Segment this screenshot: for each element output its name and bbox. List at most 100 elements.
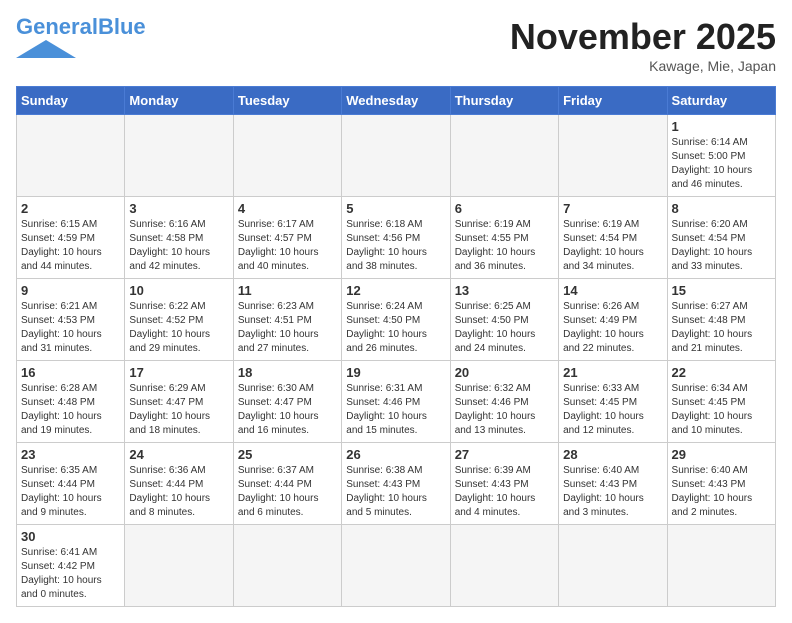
day-number: 27: [455, 447, 554, 462]
day-cell: [342, 525, 450, 607]
day-info: Sunrise: 6:14 AM Sunset: 5:00 PM Dayligh…: [672, 136, 771, 192]
day-cell: 9Sunrise: 6:21 AM Sunset: 4:53 PM Daylig…: [17, 279, 125, 361]
day-cell: 22 Sunrise: 6:34 AM Sunset: 4:45 PM Dayli…: [667, 361, 775, 443]
logo-text: GeneralBlue: [16, 16, 146, 38]
day-cell: 21 Sunrise: 6:33 AM Sunset: 4:45 PM Dayli…: [559, 361, 667, 443]
day-cell: 23Sunrise: 6:35 AM Sunset: 4:44 PM Dayli…: [17, 443, 125, 525]
weekday-header-monday: Monday: [125, 87, 233, 115]
day-cell: 26Sunrise: 6:38 AM Sunset: 4:43 PM Dayli…: [342, 443, 450, 525]
day-info: Sunrise: 6:19 AM Sunset: 4:54 PM Dayligh…: [563, 218, 662, 274]
day-number: 13: [455, 283, 554, 298]
day-info: Sunrise: 6:15 AM Sunset: 4:59 PM Dayligh…: [21, 218, 120, 274]
day-cell: [17, 115, 125, 197]
title-area: November 2025 Kawage, Mie, Japan: [510, 16, 776, 74]
day-number: 6: [455, 201, 554, 216]
day-number: 5: [346, 201, 445, 216]
day-cell: 30Sunrise: 6:41 AM Sunset: 4:42 PM Dayli…: [17, 525, 125, 607]
week-row-2: 2Sunrise: 6:15 AM Sunset: 4:59 PM Daylig…: [17, 197, 776, 279]
day-info: Sunrise: 6:19 AM Sunset: 4:55 PM Dayligh…: [455, 218, 554, 274]
week-row-5: 23Sunrise: 6:35 AM Sunset: 4:44 PM Dayli…: [17, 443, 776, 525]
weekday-header-saturday: Saturday: [667, 87, 775, 115]
day-number: 4: [238, 201, 337, 216]
day-cell: [342, 115, 450, 197]
day-number: 11: [238, 283, 337, 298]
day-cell: 24 Sunrise: 6:36 AM Sunset: 4:44 PM Dayli…: [125, 443, 233, 525]
day-info: Sunrise: 6:33 AM Sunset: 4:45 PM Dayligh…: [563, 382, 662, 438]
header: GeneralBlue November 2025 Kawage, Mie, J…: [16, 16, 776, 74]
logo-general: General: [16, 14, 98, 39]
day-info: Sunrise: 6:22 AM Sunset: 4:52 PM Dayligh…: [129, 300, 228, 356]
weekday-header-friday: Friday: [559, 87, 667, 115]
day-number: 3: [129, 201, 228, 216]
weekday-header-wednesday: Wednesday: [342, 87, 450, 115]
day-info: Sunrise: 6:32 AM Sunset: 4:46 PM Dayligh…: [455, 382, 554, 438]
day-cell: [125, 525, 233, 607]
day-cell: 25 Sunrise: 6:37 AM Sunset: 4:44 PM Dayli…: [233, 443, 341, 525]
day-number: 14: [563, 283, 662, 298]
day-number: 21: [563, 365, 662, 380]
day-number: 29: [672, 447, 771, 462]
day-cell: [233, 525, 341, 607]
day-info: Sunrise: 6:40 AM Sunset: 4:43 PM Dayligh…: [563, 464, 662, 520]
day-cell: 27 Sunrise: 6:39 AM Sunset: 4:43 PM Dayli…: [450, 443, 558, 525]
day-cell: 17Sunrise: 6:29 AM Sunset: 4:47 PM Dayli…: [125, 361, 233, 443]
day-cell: 6 Sunrise: 6:19 AM Sunset: 4:55 PM Daylig…: [450, 197, 558, 279]
day-number: 15: [672, 283, 771, 298]
day-info: Sunrise: 6:36 AM Sunset: 4:44 PM Dayligh…: [129, 464, 228, 520]
calendar: SundayMondayTuesdayWednesdayThursdayFrid…: [16, 86, 776, 607]
month-title: November 2025: [510, 16, 776, 58]
day-number: 1: [672, 119, 771, 134]
day-cell: 5 Sunrise: 6:18 AM Sunset: 4:56 PM Daylig…: [342, 197, 450, 279]
day-number: 12: [346, 283, 445, 298]
day-info: Sunrise: 6:21 AM Sunset: 4:53 PM Dayligh…: [21, 300, 120, 356]
day-info: Sunrise: 6:20 AM Sunset: 4:54 PM Dayligh…: [672, 218, 771, 274]
day-cell: 7 Sunrise: 6:19 AM Sunset: 4:54 PM Daylig…: [559, 197, 667, 279]
day-number: 7: [563, 201, 662, 216]
weekday-header-thursday: Thursday: [450, 87, 558, 115]
day-number: 24: [129, 447, 228, 462]
day-number: 19: [346, 365, 445, 380]
day-info: Sunrise: 6:39 AM Sunset: 4:43 PM Dayligh…: [455, 464, 554, 520]
day-info: Sunrise: 6:27 AM Sunset: 4:48 PM Dayligh…: [672, 300, 771, 356]
day-info: Sunrise: 6:37 AM Sunset: 4:44 PM Dayligh…: [238, 464, 337, 520]
week-row-1: 1 Sunrise: 6:14 AM Sunset: 5:00 PM Daylig…: [17, 115, 776, 197]
day-info: Sunrise: 6:28 AM Sunset: 4:48 PM Dayligh…: [21, 382, 120, 438]
day-cell: 29Sunrise: 6:40 AM Sunset: 4:43 PM Dayli…: [667, 443, 775, 525]
day-cell: 8Sunrise: 6:20 AM Sunset: 4:54 PM Daylig…: [667, 197, 775, 279]
day-cell: [450, 115, 558, 197]
day-number: 20: [455, 365, 554, 380]
day-info: Sunrise: 6:17 AM Sunset: 4:57 PM Dayligh…: [238, 218, 337, 274]
logo: GeneralBlue: [16, 16, 146, 58]
day-cell: 20 Sunrise: 6:32 AM Sunset: 4:46 PM Dayli…: [450, 361, 558, 443]
day-cell: 14Sunrise: 6:26 AM Sunset: 4:49 PM Dayli…: [559, 279, 667, 361]
logo-icon: [16, 40, 76, 58]
day-cell: 11 Sunrise: 6:23 AM Sunset: 4:51 PM Dayli…: [233, 279, 341, 361]
day-number: 10: [129, 283, 228, 298]
day-info: Sunrise: 6:18 AM Sunset: 4:56 PM Dayligh…: [346, 218, 445, 274]
day-cell: [559, 115, 667, 197]
day-cell: [233, 115, 341, 197]
day-info: Sunrise: 6:41 AM Sunset: 4:42 PM Dayligh…: [21, 546, 120, 602]
day-cell: 2Sunrise: 6:15 AM Sunset: 4:59 PM Daylig…: [17, 197, 125, 279]
week-row-4: 16 Sunrise: 6:28 AM Sunset: 4:48 PM Dayli…: [17, 361, 776, 443]
day-cell: [559, 525, 667, 607]
location: Kawage, Mie, Japan: [510, 58, 776, 74]
day-number: 25: [238, 447, 337, 462]
weekday-header-tuesday: Tuesday: [233, 87, 341, 115]
day-info: Sunrise: 6:29 AM Sunset: 4:47 PM Dayligh…: [129, 382, 228, 438]
day-info: Sunrise: 6:34 AM Sunset: 4:45 PM Dayligh…: [672, 382, 771, 438]
logo-blue: Blue: [98, 14, 146, 39]
day-number: 16: [21, 365, 120, 380]
day-number: 28: [563, 447, 662, 462]
day-info: Sunrise: 6:24 AM Sunset: 4:50 PM Dayligh…: [346, 300, 445, 356]
day-cell: [125, 115, 233, 197]
day-info: Sunrise: 6:25 AM Sunset: 4:50 PM Dayligh…: [455, 300, 554, 356]
day-cell: 15 Sunrise: 6:27 AM Sunset: 4:48 PM Dayli…: [667, 279, 775, 361]
day-number: 22: [672, 365, 771, 380]
day-info: Sunrise: 6:35 AM Sunset: 4:44 PM Dayligh…: [21, 464, 120, 520]
week-row-3: 9Sunrise: 6:21 AM Sunset: 4:53 PM Daylig…: [17, 279, 776, 361]
day-cell: 19Sunrise: 6:31 AM Sunset: 4:46 PM Dayli…: [342, 361, 450, 443]
weekday-header-row: SundayMondayTuesdayWednesdayThursdayFrid…: [17, 87, 776, 115]
day-cell: 13 Sunrise: 6:25 AM Sunset: 4:50 PM Dayli…: [450, 279, 558, 361]
day-info: Sunrise: 6:23 AM Sunset: 4:51 PM Dayligh…: [238, 300, 337, 356]
